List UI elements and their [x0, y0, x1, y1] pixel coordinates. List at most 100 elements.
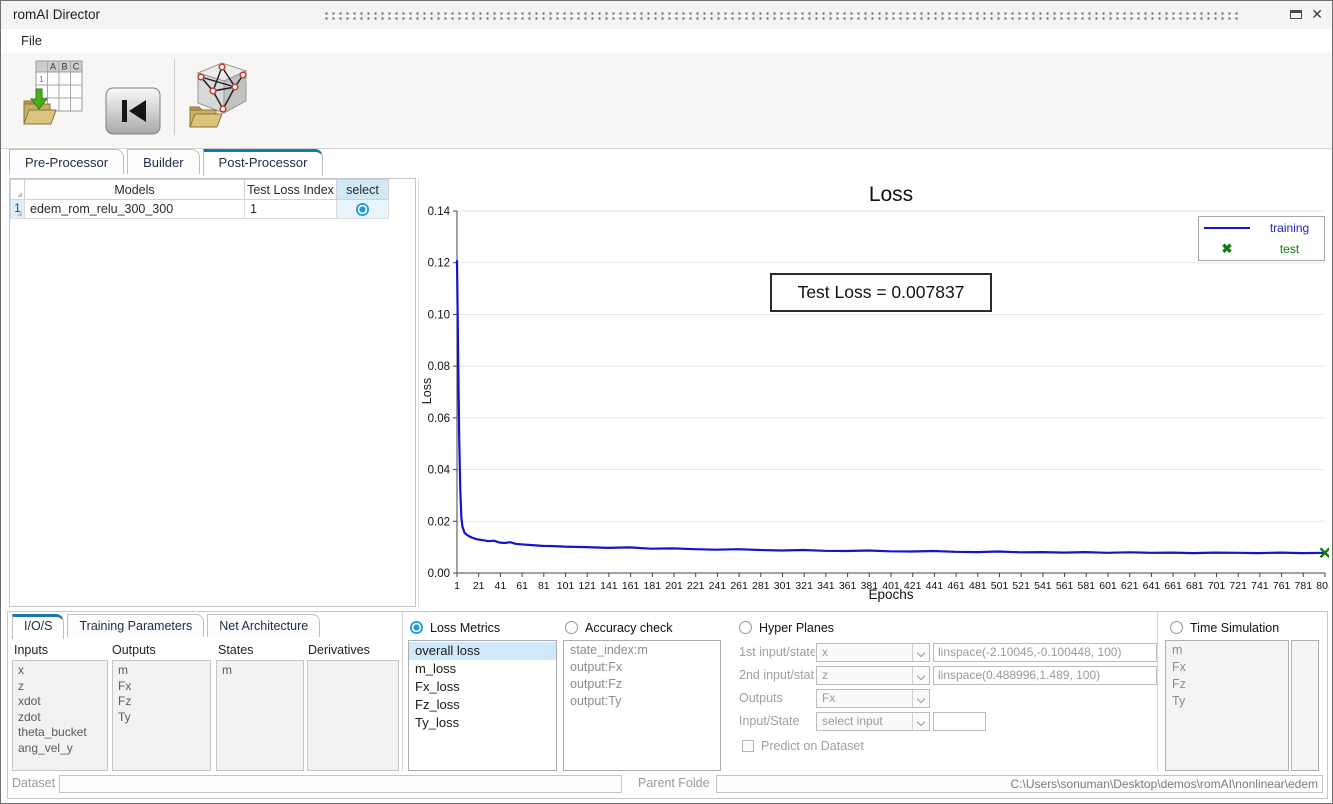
svg-text:0.02: 0.02 — [428, 516, 450, 528]
parent-folder-label: Parent Folde — [638, 776, 715, 790]
model-select-radio[interactable] — [356, 203, 369, 216]
list-item[interactable]: m_loss — [409, 660, 556, 678]
list-item[interactable]: Ty — [1166, 693, 1288, 710]
chevron-down-icon — [912, 690, 929, 707]
list-item[interactable]: output:Fz — [564, 676, 720, 693]
predict-on-dataset-checkbox[interactable] — [742, 740, 754, 752]
svg-text:B: B — [61, 62, 67, 72]
input-state-value-field[interactable] — [933, 712, 986, 731]
bottom-tabstrip: I/O/S Training Parameters Net Architectu… — [12, 614, 320, 639]
outputs-combo[interactable]: Fx — [816, 689, 930, 708]
tab-ios[interactable]: I/O/S — [12, 614, 64, 639]
first-linspace-field[interactable]: linspace(-2.10045,-0.100448, 100) — [933, 643, 1157, 662]
list-item[interactable]: Fx_loss — [409, 678, 556, 696]
list-item[interactable]: z — [13, 679, 107, 695]
list-item[interactable]: Fx — [113, 679, 210, 695]
states-list: m — [216, 660, 304, 771]
svg-text:1: 1 — [39, 75, 44, 84]
model-name-cell[interactable]: edem_rom_relu_300_300 — [25, 200, 245, 219]
loss-metrics-radio[interactable] — [410, 621, 423, 634]
table-row: 1 edem_rom_relu_300_300 1 — [10, 200, 415, 219]
time-simulation-list: m Fx Fz Ty — [1165, 640, 1289, 771]
list-item[interactable]: xdot — [13, 694, 107, 710]
inputs-label: Inputs — [14, 643, 48, 657]
titlebar: romAI Director ✕ — [1, 1, 1332, 29]
list-item[interactable]: theta_bucket — [13, 725, 107, 741]
bottom-panel: I/O/S Training Parameters Net Architectu… — [7, 611, 1328, 799]
toolbar-separator — [174, 59, 175, 135]
toolbar: A B C 1 — [1, 53, 1332, 147]
parent-folder-input[interactable]: C:\Users\sonuman\Desktop\demos\romAI\non… — [716, 775, 1323, 793]
derivatives-list — [307, 660, 399, 771]
tab-builder[interactable]: Builder — [127, 149, 199, 174]
panel-divider — [1157, 612, 1158, 771]
list-item[interactable]: output:Ty — [564, 693, 720, 710]
column-header-test-loss-index[interactable]: Test Loss Index — [245, 179, 337, 200]
titlebar-drag-pattern — [323, 11, 1240, 21]
load-dataset-button[interactable]: A B C 1 — [21, 59, 85, 136]
list-item[interactable]: output:Fx — [564, 659, 720, 676]
list-item[interactable]: Ty_loss — [409, 714, 556, 732]
list-item[interactable]: zdot — [13, 710, 107, 726]
tab-pre-processor[interactable]: Pre-Processor — [9, 149, 124, 174]
maximize-icon[interactable] — [1290, 10, 1302, 19]
chart-legend: training ✖ test — [1198, 216, 1325, 261]
column-header-select[interactable]: select — [337, 179, 389, 200]
time-simulation-label: Time Simulation — [1190, 621, 1279, 635]
svg-text:A: A — [50, 62, 56, 72]
svg-text:0.00: 0.00 — [428, 568, 450, 580]
row-number: 1 — [10, 200, 25, 219]
derivatives-label: Derivatives — [308, 643, 370, 657]
list-item[interactable]: Fz_loss — [409, 696, 556, 714]
column-header-models[interactable]: Models — [25, 179, 245, 200]
list-item[interactable]: x — [13, 663, 107, 679]
list-item[interactable]: Fz — [1166, 676, 1288, 693]
list-item[interactable]: state_index:m — [564, 642, 720, 659]
first-input-state-combo[interactable]: x — [816, 643, 930, 662]
chevron-down-icon — [912, 713, 929, 730]
loss-chart: 0.000.020.040.060.080.100.120.1412141618… — [419, 178, 1329, 607]
second-linspace-field[interactable]: linspace(0.488996,1.489, 100) — [933, 666, 1157, 685]
list-item[interactable]: m — [113, 663, 210, 679]
tab-net-architecture[interactable]: Net Architecture — [207, 614, 320, 637]
list-item[interactable]: Ty — [113, 710, 210, 726]
chart-xlabel: Epochs — [457, 587, 1325, 602]
time-simulation-radio[interactable] — [1170, 621, 1183, 634]
menu-file[interactable]: File — [17, 32, 46, 49]
accuracy-check-radio[interactable] — [565, 621, 578, 634]
tab-training-parameters[interactable]: Training Parameters — [67, 614, 204, 637]
svg-text:0.10: 0.10 — [428, 309, 450, 321]
loss-metrics-label: Loss Metrics — [430, 621, 500, 635]
outputs-combo-label: Outputs — [739, 691, 815, 705]
accuracy-check-label: Accuracy check — [585, 621, 673, 635]
model-select-cell — [337, 200, 389, 219]
load-model-button[interactable] — [187, 57, 253, 136]
table-folder-icon: A B C 1 — [21, 59, 85, 131]
loss-metrics-list: overall loss m_loss Fx_loss Fz_loss Ty_l… — [408, 640, 557, 771]
svg-text:0.06: 0.06 — [428, 413, 450, 425]
close-icon[interactable]: ✕ — [1311, 6, 1323, 23]
list-item[interactable]: ang_vel_y — [13, 741, 107, 757]
list-item[interactable]: m — [1166, 642, 1288, 659]
inputs-list: x z xdot zdot theta_bucket ang_vel_y — [12, 660, 108, 771]
list-item[interactable]: Fz — [113, 694, 210, 710]
dataset-input[interactable] — [59, 775, 622, 793]
legend-entry-training: training — [1199, 217, 1324, 238]
network-cube-folder-icon — [187, 57, 253, 131]
list-item[interactable]: overall loss — [409, 642, 556, 660]
input-state-combo[interactable]: select input — [816, 712, 930, 731]
test-loss-index-cell[interactable]: 1 — [245, 200, 337, 219]
states-label: States — [218, 643, 253, 657]
tab-post-processor[interactable]: Post-Processor — [203, 149, 324, 176]
app-title: romAI Director — [13, 7, 100, 22]
hyper-planes-radio[interactable] — [739, 621, 752, 634]
second-input-state-combo[interactable]: z — [816, 666, 930, 685]
list-item[interactable]: Fx — [1166, 659, 1288, 676]
list-item[interactable]: m — [217, 663, 303, 679]
panel-divider — [402, 612, 403, 771]
dataset-label: Dataset — [12, 776, 55, 790]
first-input-state-label: 1st input/state — [739, 645, 815, 659]
loss-chart-panel: Loss Loss 0.000.020.040.060.080.100.120.… — [418, 178, 1328, 607]
skip-back-icon — [105, 87, 161, 135]
reset-button[interactable] — [105, 87, 161, 140]
